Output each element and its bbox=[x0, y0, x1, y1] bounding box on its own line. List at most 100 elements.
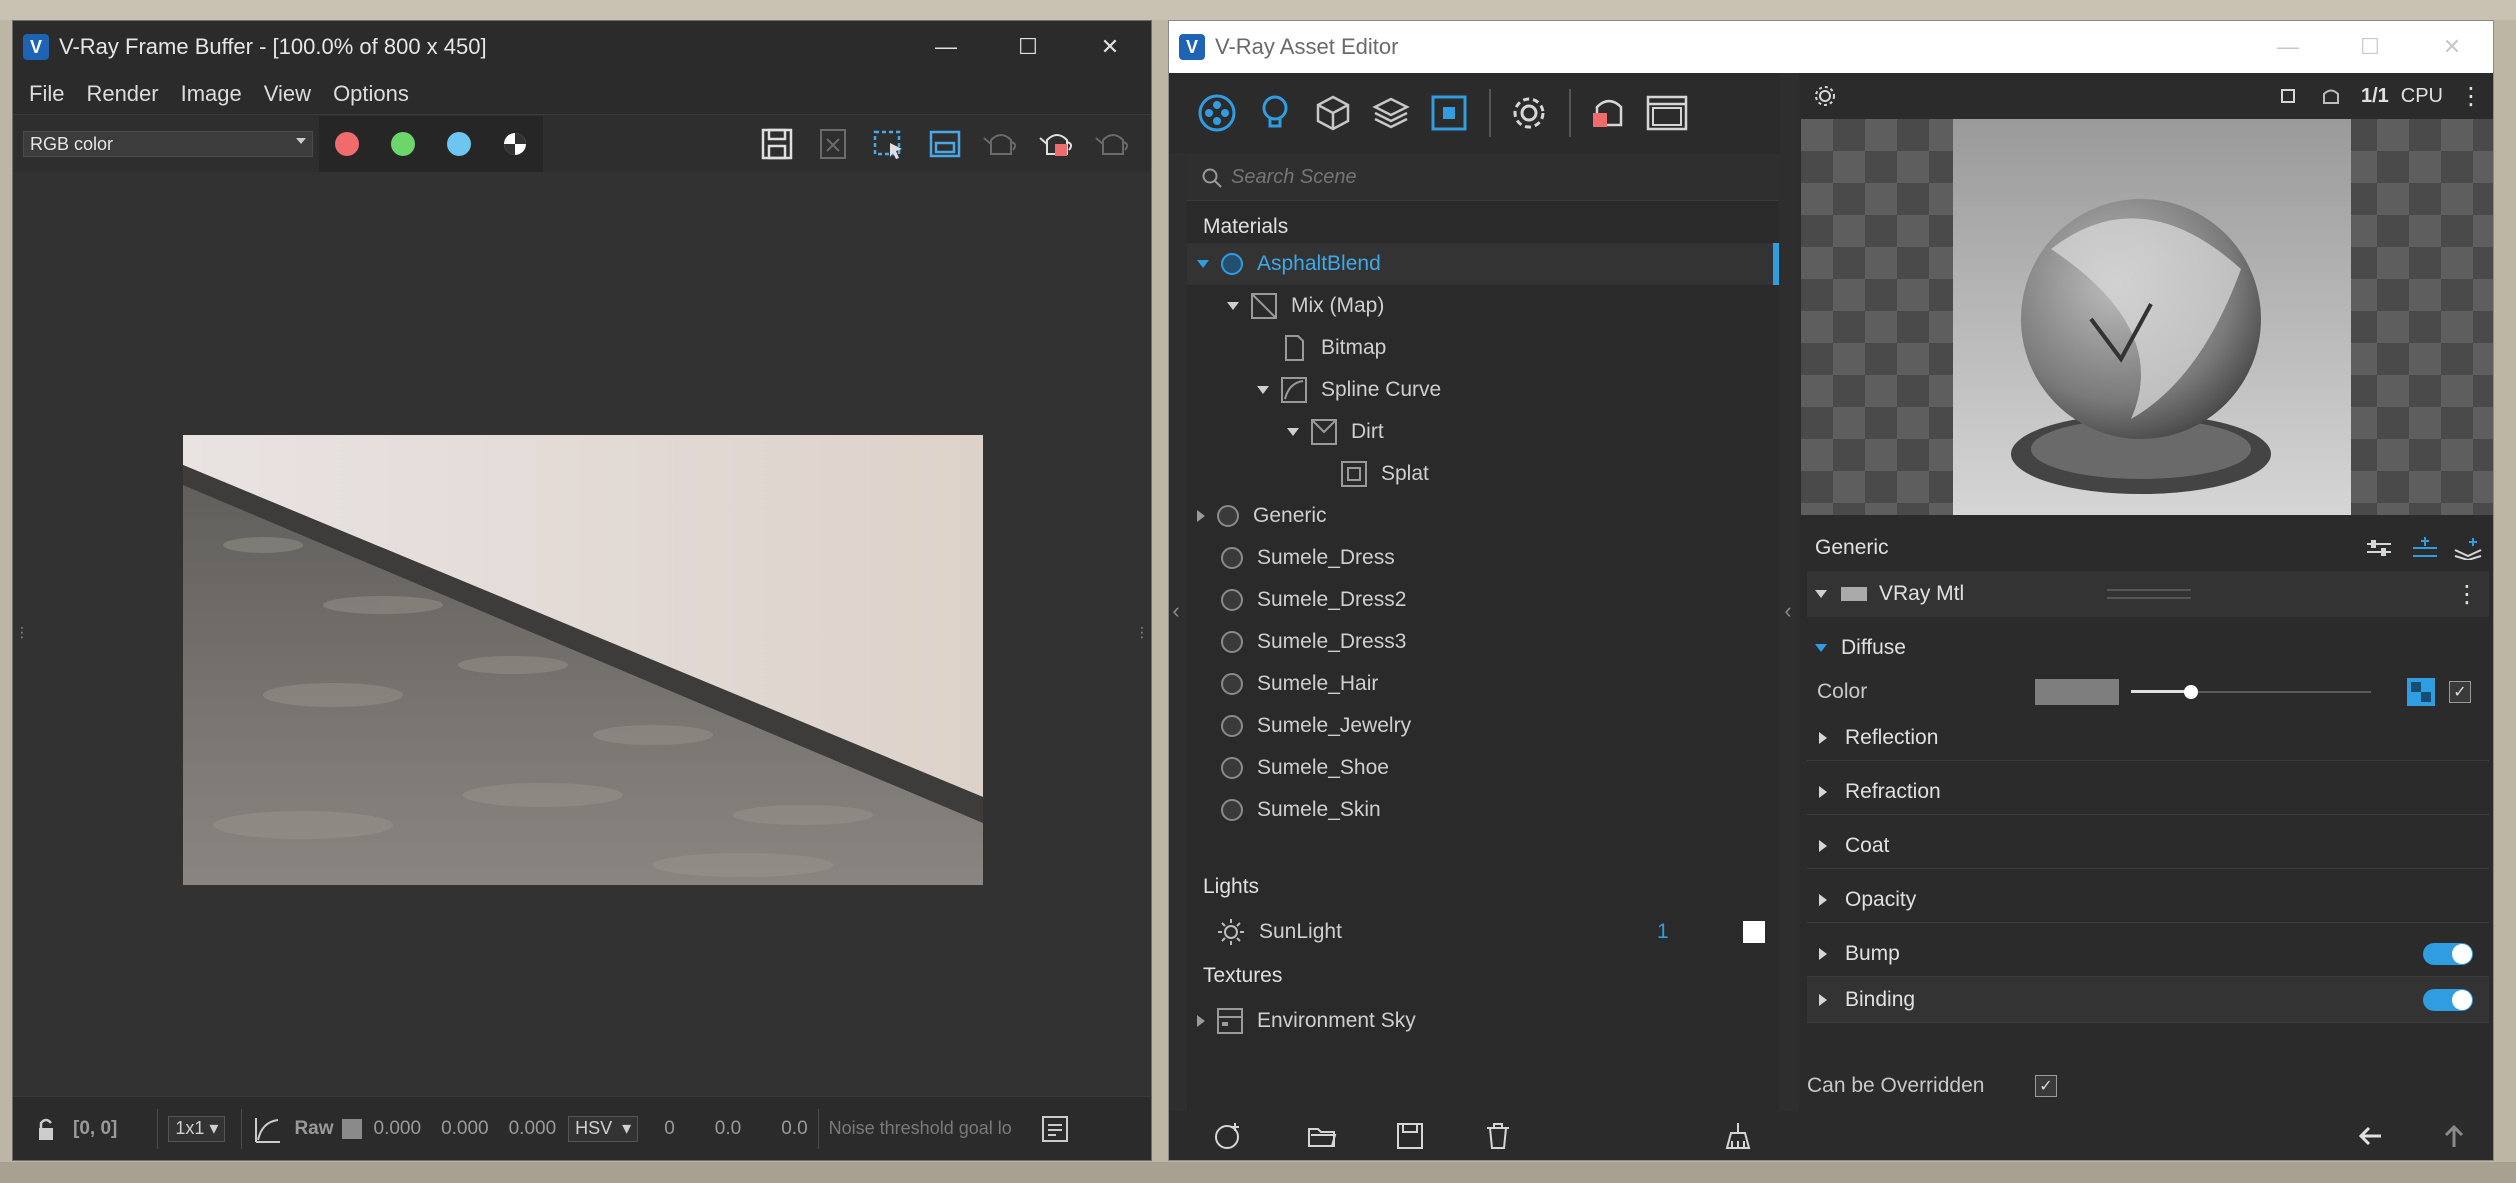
close-button[interactable]: ✕ bbox=[1069, 21, 1151, 73]
render-interactive-button[interactable] bbox=[973, 116, 1029, 172]
list-item-environment-sky[interactable]: Environment Sky bbox=[1187, 1000, 1779, 1042]
menu-render[interactable]: Render bbox=[86, 81, 158, 107]
rollout-coat[interactable]: Coat bbox=[1807, 823, 2489, 869]
layer-row-vray-mtl[interactable]: VRay Mtl ⋮ bbox=[1807, 571, 2489, 617]
collapse-icon[interactable] bbox=[1815, 590, 1827, 598]
override-checkbox[interactable]: ✓ bbox=[2035, 1075, 2057, 1097]
save-icon[interactable] bbox=[1395, 1121, 1425, 1151]
green-channel-button[interactable] bbox=[375, 116, 431, 172]
tree-item[interactable]: Sumele_Jewelry bbox=[1187, 705, 1779, 747]
tree-item[interactable]: AsphaltBlend bbox=[1187, 243, 1779, 285]
ae-titlebar[interactable]: V V-Ray Asset Editor — ☐ ✕ bbox=[1169, 21, 2493, 73]
settings-tab[interactable] bbox=[1501, 85, 1557, 141]
blue-channel-button[interactable] bbox=[431, 116, 487, 172]
lock-icon[interactable] bbox=[31, 1114, 61, 1144]
layer-menu-icon[interactable]: ⋮ bbox=[2455, 580, 2479, 609]
minimize-button[interactable]: — bbox=[905, 21, 987, 73]
collapse-icon[interactable] bbox=[1815, 644, 1827, 652]
rollout-bump[interactable]: Bump bbox=[1807, 931, 2489, 977]
maximize-button[interactable]: ☐ bbox=[987, 21, 1069, 73]
more-menu-icon[interactable]: ⋮ bbox=[2459, 82, 2483, 111]
render-button[interactable] bbox=[1085, 116, 1141, 172]
render-interactive-button[interactable] bbox=[1581, 85, 1637, 141]
arrow-left-icon[interactable] bbox=[2355, 1121, 2385, 1151]
vfb-titlebar[interactable]: V V-Ray Frame Buffer - [100.0% of 800 x … bbox=[13, 21, 1151, 73]
geometry-tab[interactable] bbox=[1305, 85, 1361, 141]
expand-icon[interactable] bbox=[1819, 785, 1827, 798]
rollout-diffuse[interactable]: Diffuse bbox=[1807, 625, 2489, 671]
render-elements-tab[interactable] bbox=[1363, 85, 1419, 141]
close-button[interactable]: ✕ bbox=[2411, 21, 2493, 73]
maximize-button[interactable]: ☐ bbox=[2329, 21, 2411, 73]
expand-icon[interactable] bbox=[1819, 893, 1827, 906]
collapse-icon[interactable] bbox=[1197, 260, 1209, 268]
collapse-icon[interactable] bbox=[1227, 302, 1239, 310]
rollout-refraction[interactable]: Refraction bbox=[1807, 769, 2489, 815]
preview-ratio[interactable]: 1/1 bbox=[2361, 85, 2389, 108]
stop-render-button[interactable] bbox=[1029, 116, 1085, 172]
region-render-button[interactable] bbox=[861, 116, 917, 172]
preview-settings-icon[interactable] bbox=[1813, 84, 1837, 108]
adjust-icon[interactable] bbox=[2365, 536, 2393, 560]
channel-select[interactable]: RGB color bbox=[23, 131, 313, 157]
expand-icon[interactable] bbox=[1819, 993, 1827, 1006]
color-amount-slider[interactable] bbox=[2131, 682, 2371, 702]
tree-item[interactable]: Dirt bbox=[1187, 411, 1779, 453]
sampling-select[interactable]: 1x1 ▾ bbox=[168, 1115, 226, 1142]
collapse-icon[interactable] bbox=[1287, 428, 1299, 436]
tree-item[interactable]: Sumele_Dress2 bbox=[1187, 579, 1779, 621]
color-swatch[interactable] bbox=[2035, 679, 2119, 705]
teapot-icon[interactable] bbox=[2319, 86, 2343, 106]
expand-icon[interactable] bbox=[1819, 947, 1827, 960]
rollout-opacity[interactable]: Opacity bbox=[1807, 877, 2489, 923]
tree-item[interactable]: Mix (Map) bbox=[1187, 285, 1779, 327]
texture-enable-checkbox[interactable]: ✓ bbox=[2449, 681, 2471, 703]
menu-view[interactable]: View bbox=[264, 81, 311, 107]
binding-toggle[interactable] bbox=[2423, 988, 2473, 1011]
color-mode-select[interactable]: HSV ▾ bbox=[568, 1115, 639, 1142]
red-channel-button[interactable] bbox=[319, 116, 375, 172]
rollout-reflection[interactable]: Reflection bbox=[1807, 715, 2489, 761]
right-dock-handle[interactable]: ⋮ bbox=[1135, 612, 1149, 652]
menu-image[interactable]: Image bbox=[181, 81, 242, 107]
log-icon[interactable] bbox=[1041, 1115, 1069, 1143]
collapse-icon[interactable] bbox=[1257, 386, 1269, 394]
tree-item[interactable]: Sumele_Dress bbox=[1187, 537, 1779, 579]
tree-item[interactable]: Sumele_Shoe bbox=[1187, 747, 1779, 789]
tree-item[interactable]: Sumele_Hair bbox=[1187, 663, 1779, 705]
search-input[interactable] bbox=[1231, 166, 1751, 189]
save-image-button[interactable] bbox=[749, 116, 805, 172]
purge-icon[interactable] bbox=[1723, 1121, 1753, 1151]
expand-icon[interactable] bbox=[1819, 839, 1827, 852]
tree-item[interactable]: Bitmap bbox=[1187, 327, 1779, 369]
collapse-right-icon[interactable]: ‹ bbox=[1781, 591, 1795, 631]
rollout-binding[interactable]: Binding bbox=[1807, 977, 2489, 1023]
arrow-up-icon[interactable] bbox=[2439, 1121, 2469, 1151]
slider-knob[interactable] bbox=[2184, 685, 2198, 699]
drag-handle[interactable] bbox=[2107, 589, 2191, 599]
expand-icon[interactable] bbox=[1819, 731, 1827, 744]
open-folder-icon[interactable] bbox=[1307, 1121, 1337, 1151]
collapse-left-icon[interactable]: ‹ bbox=[1169, 591, 1183, 631]
left-dock-handle[interactable]: ⋮ bbox=[15, 612, 29, 652]
create-asset-icon[interactable] bbox=[1213, 1121, 1243, 1151]
follow-mouse-button[interactable] bbox=[917, 116, 973, 172]
tree-item[interactable]: Splat bbox=[1187, 453, 1779, 495]
tree-item[interactable]: Spline Curve bbox=[1187, 369, 1779, 411]
expand-icon[interactable] bbox=[1197, 510, 1205, 522]
menu-options[interactable]: Options bbox=[333, 81, 409, 107]
frame-buffer-button[interactable] bbox=[1639, 85, 1695, 141]
tree-item[interactable]: Generic bbox=[1187, 495, 1779, 537]
materials-tab[interactable] bbox=[1189, 85, 1245, 141]
tree-item[interactable]: Sumele_Skin bbox=[1187, 789, 1779, 831]
tree-item[interactable]: Sumele_Dress3 bbox=[1187, 621, 1779, 663]
texture-slot-button[interactable] bbox=[2407, 678, 2435, 706]
textures-tab[interactable] bbox=[1421, 85, 1477, 141]
minimize-button[interactable]: — bbox=[2247, 21, 2329, 73]
menu-file[interactable]: File bbox=[29, 81, 64, 107]
clear-image-button[interactable] bbox=[805, 116, 861, 172]
alpha-channel-button[interactable] bbox=[487, 116, 543, 172]
preview-stop-icon[interactable] bbox=[2280, 89, 2295, 103]
add-layer-icon[interactable] bbox=[2411, 536, 2439, 560]
delete-icon[interactable] bbox=[1483, 1121, 1513, 1151]
